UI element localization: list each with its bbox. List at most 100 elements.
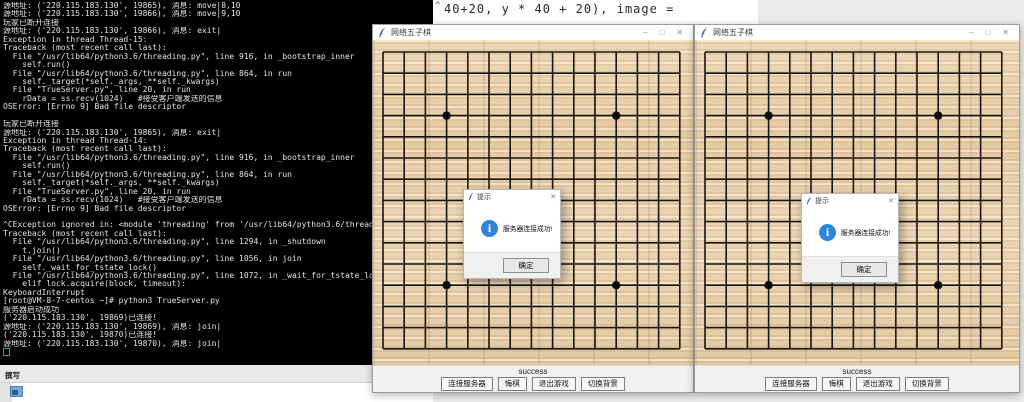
star-point — [442, 281, 450, 289]
star-point — [934, 111, 942, 119]
minimize-button[interactable]: – — [969, 28, 973, 38]
maximize-button[interactable]: □ — [659, 28, 664, 38]
python-app-icon — [806, 196, 812, 205]
game-button-row: 连接服务器悔棋退出游戏切换背景 — [695, 377, 1019, 391]
terminal-line: OSError: [Errno 9] Bad file descriptor — [3, 205, 433, 213]
terminal-line: rData = ss.recv(1024) #接受客户端发送的信息 — [3, 95, 433, 103]
terminal-line: File "/usr/lib64/python3.6/threading.py"… — [3, 70, 433, 78]
terminal-line: self._target(*self._args, **self._kwargs… — [3, 179, 433, 187]
terminal-line: Traceback (most recent call last): — [3, 44, 433, 52]
terminal-line: self.run() — [3, 61, 433, 69]
undo-move-button[interactable]: 悔棋 — [822, 377, 851, 391]
terminal-line — [3, 213, 433, 221]
dialog-title: 提示 — [477, 192, 491, 202]
dialog-close-icon[interactable]: ✕ — [550, 193, 556, 201]
terminal-line: Exception in thread Thread-15: — [3, 36, 433, 44]
code-editor-strip: ^ 40+20, y * 40 + 20), image = — [433, 0, 758, 25]
terminal-line: OSError: [Errno 9] Bad file descriptor — [3, 103, 433, 111]
terminal-line: [root@VM-8-7-centos ~]# python3 TrueServ… — [3, 297, 433, 305]
python-app-icon — [378, 27, 386, 38]
ok-button[interactable]: 确定 — [503, 258, 549, 273]
titlebar[interactable]: 网络五子棋 – □ ✕ — [373, 25, 693, 40]
game-button-row: 连接服务器悔棋退出游戏切换背景 — [373, 377, 693, 391]
exit-game-button[interactable]: 退出游戏 — [856, 377, 900, 391]
game-window-right: 网络五子棋 – □ ✕ success 连接服务器悔棋退出游戏切换背景 提示 ✕… — [694, 24, 1020, 393]
terminal-line: 源地址: ('220.115.183.130', 19865), 消息: mov… — [3, 2, 433, 10]
game-window-left: 网络五子棋 – □ ✕ success 连接服务器悔棋退出游戏切换背景 提示 ✕… — [372, 24, 694, 393]
terminal-line: Traceback (most recent call last): — [3, 230, 433, 238]
terminal-line: elif lock.acquire(block, timeout): — [3, 280, 433, 288]
terminal-line: ('220.115.183.130', 19870)已连接! — [3, 331, 433, 339]
terminal-line: ('220.115.183.130', 19869)已连接! — [3, 314, 433, 322]
star-point — [764, 111, 772, 119]
dialog-titlebar[interactable]: 提示 ✕ — [464, 190, 560, 203]
dialog-body: i 服务器连接成功! — [802, 207, 898, 257]
terminal-line: File "/usr/lib64/python3.6/threading.py"… — [3, 53, 433, 61]
python-app-icon — [700, 27, 708, 38]
message-dialog: 提示 ✕ i 服务器连接成功! 确定 — [801, 193, 899, 283]
dialog-footer: 确定 — [464, 252, 560, 278]
close-button[interactable]: ✕ — [1002, 28, 1009, 38]
switch-background-button[interactable]: 切换背景 — [905, 377, 949, 391]
dialog-title: 提示 — [815, 196, 829, 206]
terminal-line: 源地址: ('220.115.183.130', 19866), 消息: exi… — [3, 27, 433, 35]
terminal-line: File "/usr/lib64/python3.6/threading.py"… — [3, 238, 433, 246]
compose-body — [0, 383, 433, 402]
terminal-line: ^CException ignored in: <module 'threadi… — [3, 221, 433, 229]
exit-game-button[interactable]: 退出游戏 — [532, 377, 576, 391]
terminal-line: Exception in thread Thread-14: — [3, 137, 433, 145]
close-button[interactable]: ✕ — [676, 28, 683, 38]
terminal-cursor — [3, 348, 10, 356]
window-title: 网络五子棋 — [391, 27, 431, 38]
terminal-line: self.run() — [3, 162, 433, 170]
star-point — [764, 281, 772, 289]
editor-caret: ^ — [435, 1, 440, 11]
minimize-button[interactable]: – — [643, 28, 647, 38]
terminal-line: 源地址: ('220.115.183.130', 19866), 消息: mov… — [3, 10, 433, 18]
compose-bar: 撰写 — [0, 365, 433, 383]
terminal-line: File "/usr/lib64/python3.6/threading.py"… — [3, 171, 433, 179]
star-point — [612, 111, 620, 119]
window-title: 网络五子棋 — [713, 27, 753, 38]
compose-label: 撰写 — [5, 370, 20, 381]
status-text: success — [373, 367, 693, 376]
terminal-line: File "TrueServer.py", line 20, in run — [3, 188, 433, 196]
info-icon: i — [819, 224, 836, 241]
terminal-line: 玩家已断开连接 — [3, 120, 433, 128]
terminal-line: rData = ss.recv(1024) #接受客户端发送的信息 — [3, 196, 433, 204]
maximize-button[interactable]: □ — [985, 28, 990, 38]
message-dialog: 提示 ✕ i 服务器连接成功! 确定 — [463, 189, 561, 279]
star-point — [934, 281, 942, 289]
terminal-line: 源地址: ('220.115.183.130', 19869), 消息: joi… — [3, 323, 433, 331]
control-bar: success 连接服务器悔棋退出游戏切换背景 — [373, 365, 693, 392]
control-bar: success 连接服务器悔棋退出游戏切换背景 — [695, 365, 1019, 392]
terminal-line: t.join() — [3, 247, 433, 255]
terminal-output: 源地址: ('220.115.183.130', 19865), 消息: mov… — [3, 2, 433, 356]
dialog-footer: 确定 — [802, 256, 898, 282]
terminal-line: Traceback (most recent call last): — [3, 145, 433, 153]
dialog-body: i 服务器连接成功! — [464, 203, 560, 253]
terminal-line: File "TrueServer.py", line 20, in run — [3, 86, 433, 94]
editor-code-text: 40+20, y * 40 + 20), image = — [444, 2, 674, 16]
undo-move-button[interactable]: 悔棋 — [498, 377, 527, 391]
star-point — [442, 111, 450, 119]
dialog-message: 服务器连接成功! — [503, 223, 552, 233]
terminal-line: 服务器启动成功 — [3, 306, 433, 314]
terminal-line: 源地址: ('220.115.183.130', 19870), 消息: joi… — [3, 340, 433, 348]
ok-button[interactable]: 确定 — [841, 262, 887, 277]
terminal-line: 源地址: ('220.115.183.130', 19865), 消息: exi… — [3, 129, 433, 137]
terminal-line: File "/usr/lib64/python3.6/threading.py"… — [3, 154, 433, 162]
connect-server-button[interactable]: 连接服务器 — [765, 377, 817, 391]
connect-server-button[interactable]: 连接服务器 — [441, 377, 493, 391]
info-icon: i — [481, 220, 498, 237]
dialog-titlebar[interactable]: 提示 ✕ — [802, 194, 898, 207]
terminal-line: 玩家已断开连接 — [3, 19, 433, 27]
switch-background-button[interactable]: 切换背景 — [581, 377, 625, 391]
attachment-icon[interactable] — [10, 386, 23, 397]
terminal-line: KeyboardInterrupt — [3, 289, 433, 297]
terminal-window[interactable]: 源地址: ('220.115.183.130', 19865), 消息: mov… — [0, 0, 433, 365]
dialog-close-icon[interactable]: ✕ — [888, 197, 894, 205]
titlebar[interactable]: 网络五子棋 – □ ✕ — [695, 25, 1019, 40]
status-text: success — [695, 367, 1019, 376]
python-app-icon — [468, 192, 474, 201]
